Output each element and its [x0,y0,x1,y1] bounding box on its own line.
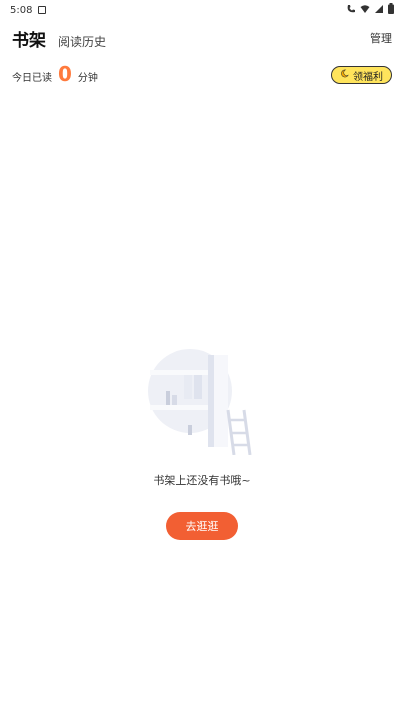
call-icon [346,4,356,17]
manage-button[interactable]: 管理 [370,30,392,46]
moon-icon [340,69,349,81]
status-left: 5:08 [10,4,47,16]
reward-button[interactable]: 领福利 [331,66,392,84]
empty-state-message: 书架上还没有书哦~ [153,474,251,487]
battery-icon [388,3,394,17]
notification-icon [38,6,47,14]
status-bar: 5:08 [0,0,404,20]
wifi-icon [360,4,370,17]
empty-bookshelf-illustration [148,345,258,456]
browse-button[interactable]: 去逛逛 [166,512,238,540]
status-time: 5:08 [10,4,33,16]
tab-bookshelf[interactable]: 书架 [12,26,46,51]
today-unit: 分钟 [77,73,98,84]
today-reading: 今日已读 0 分钟 [12,64,98,84]
today-minutes: 0 [58,62,72,86]
top-tabs: 书架 阅读历史 [12,26,106,51]
tab-reading-history[interactable]: 阅读历史 [58,33,106,50]
status-right [346,3,394,17]
signal-icon [374,4,384,17]
reward-label: 领福利 [353,71,383,83]
today-label: 今日已读 [12,73,52,84]
